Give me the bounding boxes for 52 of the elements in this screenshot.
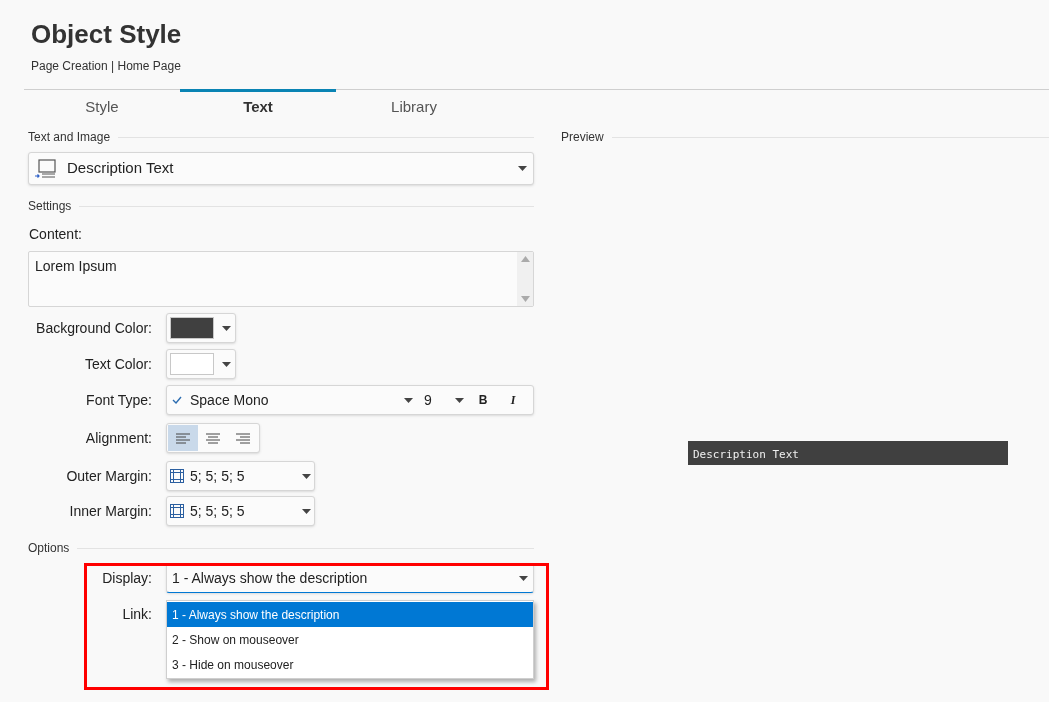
align-left-button[interactable] bbox=[168, 425, 198, 451]
field-label: Link: bbox=[121, 604, 153, 624]
scroll-up-icon bbox=[520, 256, 530, 262]
caret-icon bbox=[222, 325, 231, 331]
caret-icon bbox=[404, 397, 413, 403]
content-field[interactable]: Lorem Ipsum bbox=[28, 251, 534, 307]
align-center-icon bbox=[206, 432, 220, 444]
field-label: Inner Margin: bbox=[68, 501, 153, 521]
bold-button[interactable]: B bbox=[468, 386, 498, 414]
field-label: Content: bbox=[29, 225, 83, 244]
caret-icon bbox=[302, 508, 311, 514]
field-label: Alignment: bbox=[84, 428, 153, 448]
font-dropdown[interactable]: Space Mono bbox=[167, 386, 418, 414]
page-title: Object Style bbox=[31, 18, 183, 51]
caret-icon bbox=[302, 473, 311, 479]
breadcrumb: Page Creation | Home Page bbox=[31, 58, 182, 75]
caret-icon bbox=[222, 361, 231, 367]
field-label: Font Type: bbox=[85, 390, 153, 410]
italic-button[interactable]: I bbox=[498, 386, 528, 414]
align-left-icon bbox=[176, 432, 190, 444]
margin-dropdown[interactable]: 5; 5; 5; 5 bbox=[166, 496, 315, 526]
grid-icon bbox=[170, 469, 184, 483]
section-heading: Settings bbox=[28, 198, 72, 215]
preview-text: Description Text bbox=[688, 441, 1008, 465]
size-dropdown[interactable]: 9 bbox=[418, 386, 468, 414]
alignment-toggle-group[interactable] bbox=[166, 423, 260, 453]
section-heading: Options bbox=[28, 540, 70, 557]
field-label: Outer Margin: bbox=[65, 466, 153, 486]
field-label: Display: bbox=[101, 568, 153, 588]
color-picker[interactable] bbox=[166, 349, 236, 379]
field-label: Text Color: bbox=[84, 354, 153, 374]
tab[interactable]: Library bbox=[336, 89, 492, 123]
caret-icon bbox=[518, 166, 527, 171]
scroll-down-icon bbox=[520, 296, 530, 302]
caret-icon bbox=[455, 397, 464, 403]
tab[interactable]: Text bbox=[180, 89, 336, 123]
object-dropdown[interactable]: Description Text bbox=[28, 152, 534, 185]
margin-dropdown[interactable]: 5; 5; 5; 5 bbox=[166, 461, 315, 491]
caret-icon bbox=[519, 575, 528, 581]
section-heading: Preview bbox=[561, 129, 604, 146]
dropdown-option[interactable]: 2 - Show on mouseover bbox=[167, 627, 533, 652]
check-icon bbox=[172, 396, 182, 404]
monitor-icon bbox=[35, 158, 57, 179]
align-right-icon bbox=[236, 432, 250, 444]
tab[interactable]: Style bbox=[24, 89, 180, 123]
dropdown-option[interactable]: 1 - Always show the description bbox=[167, 602, 533, 627]
dropdown-option[interactable]: 3 - Hide on mouseover bbox=[167, 652, 533, 677]
section-heading: Text and Image bbox=[28, 129, 111, 146]
scrollbar[interactable] bbox=[517, 252, 533, 306]
field-label: Background Color: bbox=[35, 318, 153, 338]
grid-icon bbox=[170, 504, 184, 518]
color-picker[interactable] bbox=[166, 313, 236, 343]
